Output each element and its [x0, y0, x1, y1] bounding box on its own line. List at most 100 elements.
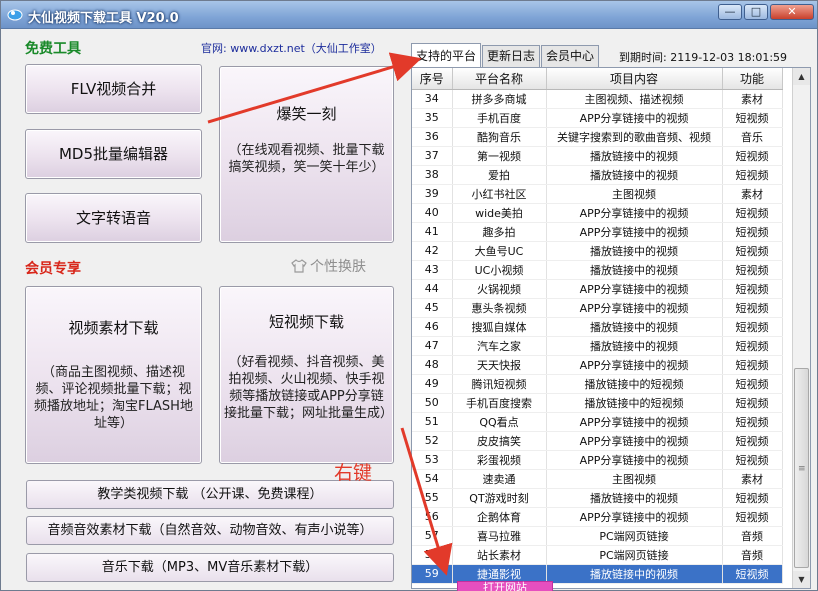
row-platform: 趣多拍 — [452, 222, 547, 242]
text-to-speech-button[interactable]: 文字转语音 — [25, 193, 202, 243]
left-panel: 免费工具 官网: www.dxzt.net（大仙工作室） FLV视频合并 MD5… — [9, 34, 405, 586]
title-bar: 大仙视频下载工具 V20.0 — □ ✕ — [1, 1, 817, 29]
table-row[interactable]: 42 大鱼号UC 播放链接中的视频 短视频 — [412, 241, 783, 261]
row-content: 播放链接中的视频 — [546, 146, 723, 166]
short-video-title: 短视频下载 — [268, 313, 344, 331]
row-content: 播放链接中的短视频 — [546, 393, 723, 413]
table-row[interactable]: 57 喜马拉雅 PC端网页链接 音频 — [412, 526, 783, 546]
row-platform: QT游戏时刻 — [452, 488, 547, 508]
video-material-title: 视频素材下载 — [68, 319, 159, 337]
row-index: 36 — [412, 127, 453, 147]
free-tools-title: 免费工具 — [25, 41, 81, 57]
table-row[interactable]: 54 速卖通 主图视频 素材 — [412, 469, 783, 489]
column-header-function[interactable]: 功能 — [722, 68, 783, 90]
row-function: 短视频 — [722, 317, 783, 337]
right-click-annotation: 右键 — [334, 462, 373, 484]
row-content: 播放链接中的视频 — [546, 241, 723, 261]
scroll-down-icon[interactable]: ▼ — [793, 571, 810, 588]
table-row[interactable]: 47 汽车之家 播放链接中的视频 短视频 — [412, 336, 783, 356]
table-row[interactable]: 43 UC小视频 播放链接中的视频 短视频 — [412, 260, 783, 280]
vertical-scrollbar[interactable]: ▲ ≡ ▼ — [792, 68, 810, 588]
table-row[interactable]: 53 彩蛋视频 APP分享链接中的视频 短视频 — [412, 450, 783, 470]
table-row[interactable]: 35 手机百度 APP分享链接中的视频 短视频 — [412, 108, 783, 128]
short-video-button[interactable]: 短视频下载 （好看视频、抖音视频、美拍视频、火山视频、快手视频等播放链接或APP… — [219, 286, 394, 464]
table-row[interactable]: 58 站长素材 PC端网页链接 音频 — [412, 545, 783, 565]
row-function: 短视频 — [722, 203, 783, 223]
row-platform: 天天快报 — [452, 355, 547, 375]
row-content: APP分享链接中的视频 — [546, 298, 723, 318]
table-row[interactable]: 48 天天快报 APP分享链接中的视频 短视频 — [412, 355, 783, 375]
column-header-platform[interactable]: 平台名称 — [452, 68, 547, 90]
row-index: 49 — [412, 374, 453, 394]
row-platform: 站长素材 — [452, 545, 547, 565]
table-row[interactable]: 50 手机百度搜索 播放链接中的短视频 短视频 — [412, 393, 783, 413]
row-function: 短视频 — [722, 450, 783, 470]
row-index: 56 — [412, 507, 453, 527]
row-index: 41 — [412, 222, 453, 242]
platform-table[interactable]: 序号 平台名称 项目内容 功能 34 拼多多商城 主图视频、描述视频 素材 35 手机百度… — [411, 67, 811, 589]
skin-button[interactable]: 个性换肤 — [291, 255, 385, 277]
row-content: 主图视频 — [546, 469, 723, 489]
table-row[interactable]: 56 企鹅体育 APP分享链接中的视频 短视频 — [412, 507, 783, 527]
table-row[interactable]: 44 火锅视频 APP分享链接中的视频 短视频 — [412, 279, 783, 299]
short-video-desc: （好看视频、抖音视频、美拍视频、火山视频、快手视频等播放链接或APP分享链接批量… — [224, 355, 394, 421]
music-download-button[interactable]: 音乐下载（MP3、MV音乐素材下载） — [26, 553, 394, 582]
site-label[interactable]: 官网: www.dxzt.net（大仙工作室） — [201, 40, 382, 56]
table-row[interactable]: 36 酷狗音乐 关键字搜索到的歌曲音频、视频 音乐 — [412, 127, 783, 147]
tab-changelog[interactable]: 更新日志 — [482, 45, 541, 67]
md5-editor-button[interactable]: MD5批量编辑器 — [25, 129, 202, 179]
table-row[interactable]: 49 腾讯短视频 播放链接中的短视频 短视频 — [412, 374, 783, 394]
table-row[interactable]: 45 惠头条视频 APP分享链接中的视频 短视频 — [412, 298, 783, 318]
row-platform: 小红书社区 — [452, 184, 547, 204]
audio-material-button[interactable]: 音频音效素材下载（自然音效、动物音效、有声小说等） — [26, 516, 394, 545]
row-content: 播放链接中的短视频 — [546, 374, 723, 394]
maximize-button[interactable]: □ — [744, 4, 768, 20]
grip-icon: ≡ — [798, 464, 806, 474]
row-platform: wide美拍 — [452, 203, 547, 223]
row-index: 40 — [412, 203, 453, 223]
minimize-button[interactable]: — — [718, 4, 742, 20]
column-header-index[interactable]: 序号 — [412, 68, 453, 90]
row-content: 关键字搜索到的歌曲音频、视频 — [546, 127, 723, 147]
joke-video-button[interactable]: 爆笑一刻 （在线观看视频、批量下载搞笑视频，笑一笑十年少） — [219, 66, 394, 243]
row-platform: 搜狐自媒体 — [452, 317, 547, 337]
row-platform: 彩蛋视频 — [452, 450, 547, 470]
row-platform: 企鹅体育 — [452, 507, 547, 527]
row-function: 短视频 — [722, 336, 783, 356]
row-platform: 惠头条视频 — [452, 298, 547, 318]
row-index: 54 — [412, 469, 453, 489]
row-function: 素材 — [722, 89, 783, 109]
table-row[interactable]: 52 皮皮搞笑 APP分享链接中的视频 短视频 — [412, 431, 783, 451]
row-platform: 爱拍 — [452, 165, 547, 185]
table-row[interactable]: 39 小红书社区 主图视频 素材 — [412, 184, 783, 204]
row-index: 37 — [412, 146, 453, 166]
close-button[interactable]: ✕ — [770, 4, 814, 20]
table-row[interactable]: 51 QQ看点 APP分享链接中的视频 短视频 — [412, 412, 783, 432]
table-row[interactable]: 38 爱拍 播放链接中的视频 短视频 — [412, 165, 783, 185]
row-function: 短视频 — [722, 241, 783, 261]
row-index: 47 — [412, 336, 453, 356]
tab-platforms[interactable]: 支持的平台 — [411, 43, 482, 67]
scroll-thumb[interactable]: ≡ — [794, 368, 809, 568]
video-material-button[interactable]: 视频素材下载 （商品主图视频、描述视频、评论视频批量下载；视频播放地址；淘宝FL… — [25, 286, 202, 464]
row-content: 播放链接中的视频 — [546, 564, 723, 584]
row-platform: 拼多多商城 — [452, 89, 547, 109]
table-row[interactable]: 41 趣多拍 APP分享链接中的视频 短视频 — [412, 222, 783, 242]
table-row[interactable]: 55 QT游戏时刻 播放链接中的视频 短视频 — [412, 488, 783, 508]
row-index: 58 — [412, 545, 453, 565]
row-content: APP分享链接中的视频 — [546, 279, 723, 299]
table-row[interactable]: 40 wide美拍 APP分享链接中的视频 短视频 — [412, 203, 783, 223]
row-content: 播放链接中的视频 — [546, 165, 723, 185]
row-content: APP分享链接中的视频 — [546, 222, 723, 242]
row-content: APP分享链接中的视频 — [546, 355, 723, 375]
tab-member-center[interactable]: 会员中心 — [541, 45, 600, 67]
context-menu-open-site[interactable]: 打开网站 — [457, 581, 553, 591]
table-row[interactable]: 46 搜狐自媒体 播放链接中的视频 短视频 — [412, 317, 783, 337]
table-row[interactable]: 37 第一视频 播放链接中的视频 短视频 — [412, 146, 783, 166]
flv-merge-button[interactable]: FLV视频合并 — [25, 64, 202, 114]
row-function: 短视频 — [722, 298, 783, 318]
joke-video-desc: （在线观看视频、批量下载搞笑视频，笑一笑十年少） — [228, 143, 385, 175]
table-row[interactable]: 34 拼多多商城 主图视频、描述视频 素材 — [412, 89, 783, 109]
scroll-up-icon[interactable]: ▲ — [793, 68, 810, 85]
column-header-content[interactable]: 项目内容 — [546, 68, 723, 90]
